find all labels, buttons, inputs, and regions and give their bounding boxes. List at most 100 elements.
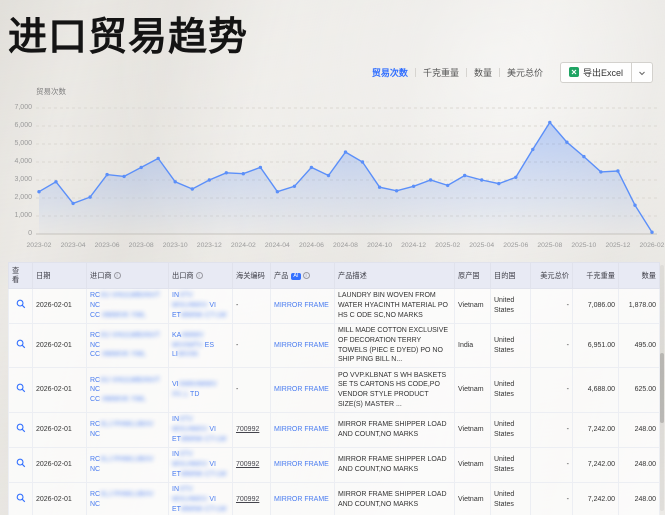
exporter-line: ETMWNK CT-LW xyxy=(172,435,229,445)
kg-weight-cell: 7,242.00 xyxy=(573,412,619,447)
hs-code-link[interactable]: 700992 xyxy=(236,496,259,503)
exporter-text: IN xyxy=(172,451,179,458)
x-axis-tick-label: 2025-08 xyxy=(537,242,562,249)
x-axis-tick-label: 2026-02 xyxy=(640,242,665,249)
exporter-cell[interactable]: VIXWKHMWV XV.,L TD xyxy=(169,368,233,413)
magnifier-icon xyxy=(16,388,26,395)
kg-weight-cell: 7,086.00 xyxy=(573,288,619,323)
x-axis-tick-label: 2024-12 xyxy=(401,242,426,249)
exporter-line: INXTV WVLHMXV VI xyxy=(172,450,229,469)
x-axis-tick-label: 2024-10 xyxy=(367,242,392,249)
exporter-cell[interactable]: INXTV WVLHMXV VIETMWNK CT-LW xyxy=(169,482,233,515)
importer-text: RC xyxy=(90,491,100,498)
exporter-cell[interactable]: INXTV WVLHMXV VIETMWNK CT-LW xyxy=(169,447,233,482)
shipments-data-table: 查看日期进口商i出口商i海关编码产品AIi产品描述原产国目的国美元总价千克重量数… xyxy=(8,262,660,515)
y-axis-tick-label: 6,000 xyxy=(6,122,32,129)
product-link[interactable]: MIRROR FRAME xyxy=(274,302,329,309)
usd-total-cell: - xyxy=(531,288,573,323)
exporter-line: VIXWKHMWV XV.,L TD xyxy=(172,380,229,399)
col-header-view: 查看 xyxy=(9,263,33,289)
importer-text: RC xyxy=(90,377,100,384)
importer-cell[interactable]: RCXU VHULWBXNVT NCCC HMWVK YWL xyxy=(87,323,169,368)
y-axis-tick-label: 3,000 xyxy=(6,176,32,183)
table-scrollbar-thumb[interactable] xyxy=(660,353,664,423)
table-row: 2026-02-01RCXU VHULWBXNVT NCCC HMWVK YWL… xyxy=(9,368,660,413)
hs-code-link[interactable]: 700992 xyxy=(236,426,259,433)
date-cell: 2026-02-01 xyxy=(33,323,87,368)
kg-weight-cell: 6,951.00 xyxy=(573,323,619,368)
x-axis-tick-label: 2025-12 xyxy=(605,242,630,249)
destination-country-cell: United States xyxy=(491,447,531,482)
origin-country-cell: Vietnam xyxy=(455,368,491,413)
info-circle-icon[interactable]: i xyxy=(114,272,121,279)
importer-cell[interactable]: RCXLJ PHWLUBXV NC xyxy=(87,412,169,447)
redacted-text: XLJ PHWLUBXV xyxy=(100,491,153,498)
metric-toolbar: 贸易次数千克重量数量美元总价 导出Excel xyxy=(365,62,653,83)
importer-line: RCXLJ PHWLUBXV NC xyxy=(90,420,165,439)
exporter-text: ET xyxy=(172,471,181,478)
exporter-line: KAHMWV WVXMTV ES xyxy=(172,331,229,350)
usd-total-cell: - xyxy=(531,412,573,447)
metric-tab-4[interactable]: 美元总价 xyxy=(500,66,550,79)
importer-text: RC xyxy=(90,292,100,299)
y-axis-tick-label: 5,000 xyxy=(6,140,32,147)
col-header-dest: 目的国 xyxy=(491,263,531,289)
col-header-desc: 产品描述 xyxy=(335,263,455,289)
date-cell: 2026-02-01 xyxy=(33,368,87,413)
importer-cell[interactable]: RCXU VHULWBXNVT NCCC HMWVK YWL xyxy=(87,288,169,323)
trend-chart: 贸易次数 01,0002,0003,0004,0005,0006,0007,00… xyxy=(6,84,659,260)
view-details-button[interactable] xyxy=(9,447,33,482)
y-axis-tick-label: 0 xyxy=(6,230,32,237)
metric-tab-2[interactable]: 千克重量 xyxy=(416,66,466,79)
product-link[interactable]: MIRROR FRAME xyxy=(274,461,329,468)
view-details-button[interactable] xyxy=(9,288,33,323)
metric-tab-1[interactable]: 贸易次数 xyxy=(365,66,415,79)
description-cell: MIRROR FRAME SHIPPER LOAD AND COUNT,NO M… xyxy=(335,482,455,515)
chart-series-label: 贸易次数 xyxy=(36,86,66,97)
quantity-cell: 625.00 xyxy=(619,368,660,413)
product-link[interactable]: MIRROR FRAME xyxy=(274,496,329,503)
export-excel-button[interactable]: 导出Excel xyxy=(561,63,631,82)
destination-country-cell: United States xyxy=(491,368,531,413)
exporter-cell[interactable]: KAHMWV WVXMTV ESLIWVXK xyxy=(169,323,233,368)
export-dropdown-button[interactable] xyxy=(631,63,652,82)
exporter-cell[interactable]: INXTV WVLHMXV VIETMWNK CT-LW xyxy=(169,412,233,447)
exporter-text: LI xyxy=(172,351,178,358)
shipments-table: 查看日期进口商i出口商i海关编码产品AIi产品描述原产国目的国美元总价千克重量数… xyxy=(8,262,658,515)
page-title: 进口贸易趋势 xyxy=(8,6,248,62)
x-axis-tick-label: 2024-08 xyxy=(333,242,358,249)
table-scrollbar[interactable] xyxy=(660,265,664,511)
importer-cell[interactable]: RCXLJ PHWLUBXV NC xyxy=(87,482,169,515)
info-circle-icon[interactable]: i xyxy=(196,272,203,279)
importer-cell[interactable]: RCXLJ PHWLUBXV NC xyxy=(87,447,169,482)
usd-total-cell: - xyxy=(531,323,573,368)
redacted-text: HMWVK YWL xyxy=(100,312,146,319)
view-details-button[interactable] xyxy=(9,323,33,368)
exporter-line: ETMWNK CT-LW xyxy=(172,505,229,515)
view-details-button[interactable] xyxy=(9,412,33,447)
exporter-cell[interactable]: INXTV WVLHMXV VIETMWNK CT-LW xyxy=(169,288,233,323)
col-header-importer: 进口商i xyxy=(87,263,169,289)
quantity-cell: 1,878.00 xyxy=(619,288,660,323)
view-details-button[interactable] xyxy=(9,482,33,515)
quantity-cell: 248.00 xyxy=(619,447,660,482)
magnifier-icon xyxy=(16,463,26,470)
origin-country-cell: Vietnam xyxy=(455,482,491,515)
product-link[interactable]: MIRROR FRAME xyxy=(274,342,329,349)
hs-code-link[interactable]: 700992 xyxy=(236,461,259,468)
exporter-text: ET xyxy=(172,506,181,513)
importer-cell[interactable]: RCXU VHULWBXNVT NCCC HMWVK YWL xyxy=(87,368,169,413)
view-details-button[interactable] xyxy=(9,368,33,413)
product-link[interactable]: MIRROR FRAME xyxy=(274,386,329,393)
importer-line: RCXLJ PHWLUBXV NC xyxy=(90,490,165,509)
metric-tab-3[interactable]: 数量 xyxy=(467,66,499,79)
y-axis-tick-label: 4,000 xyxy=(6,158,32,165)
destination-country-cell: United States xyxy=(491,323,531,368)
product-link[interactable]: MIRROR FRAME xyxy=(274,426,329,433)
col-header-usd: 美元总价 xyxy=(531,263,573,289)
quantity-cell: 248.00 xyxy=(619,482,660,515)
x-axis-tick-label: 2024-02 xyxy=(231,242,256,249)
exporter-line: INXTV WVLHMXV VI xyxy=(172,415,229,434)
redacted-text: XLJ PHWLUBXV xyxy=(100,421,153,428)
info-circle-icon[interactable]: i xyxy=(303,272,310,279)
